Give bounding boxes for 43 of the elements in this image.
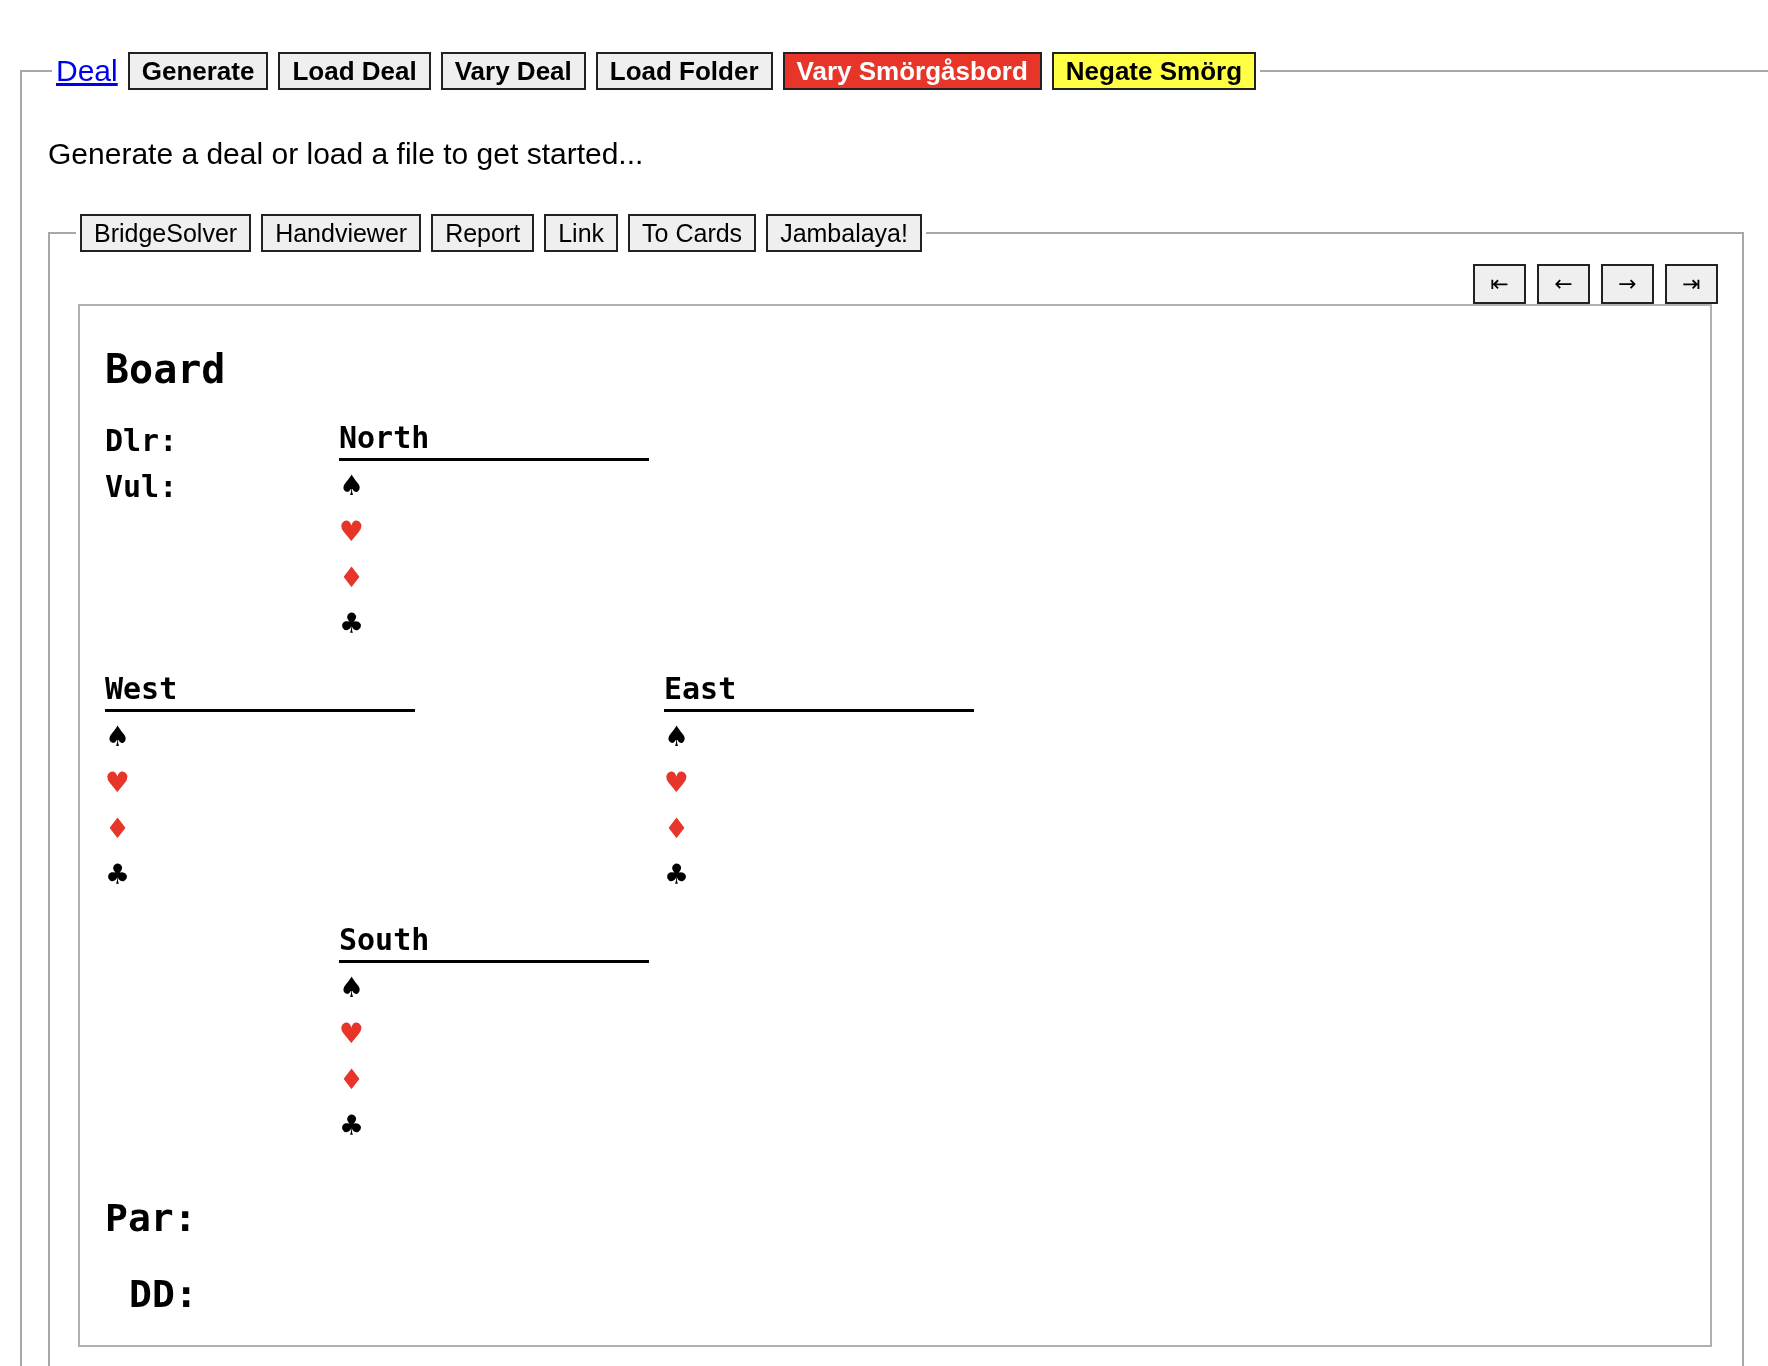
toolbar-button[interactable]: Load Folder (595, 51, 773, 90)
hand-heading: West (105, 669, 415, 712)
suit-symbol: ♦ (339, 564, 365, 592)
hand-heading: South (339, 920, 649, 963)
vulnerability-label: Vul: (105, 468, 178, 506)
suit-symbol: ♣ (339, 610, 365, 638)
suit-symbol: ♦ (664, 815, 690, 843)
navigation-button[interactable]: ⇥ (1665, 264, 1718, 304)
export-button[interactable]: BridgeSolver (80, 214, 252, 252)
navigation-button[interactable]: → (1601, 264, 1654, 304)
suit-symbol: ♣ (339, 1112, 365, 1140)
toolbar-button[interactable]: Vary Deal (440, 51, 586, 90)
suit-symbol: ♦ (105, 815, 131, 843)
suit-symbol: ♣ (105, 861, 131, 889)
toolbar-button[interactable]: Negate Smörg (1051, 51, 1257, 90)
suit-symbol: ♣ (664, 861, 690, 889)
suit-symbol: ♦ (339, 1066, 365, 1094)
toolbar-button[interactable]: Generate (127, 51, 269, 90)
toolbar-button[interactable]: Vary Smörgåsbord (782, 51, 1042, 90)
deal-link[interactable]: Deal (56, 48, 118, 93)
export-button[interactable]: Jambalaya! (766, 214, 922, 252)
suit-symbol: ♠ (339, 974, 365, 1002)
suit-symbol: ♥ (339, 518, 365, 546)
export-button[interactable]: Handviewer (261, 214, 422, 252)
status-message: Generate a deal or load a file to get started... (48, 136, 645, 172)
export-button[interactable]: Report (431, 214, 535, 252)
dealer-label: Dlr: (105, 422, 178, 460)
navigation-button[interactable]: ← (1537, 264, 1590, 304)
suit-symbol: ♠ (664, 723, 690, 751)
double-dummy-label: DD: (129, 1271, 198, 1318)
hand-heading: North (339, 418, 649, 461)
export-button[interactable]: Link (544, 214, 619, 252)
suit-symbol: ♥ (664, 769, 690, 797)
hand-heading: East (664, 669, 974, 712)
navigation-button[interactable]: ⇤ (1473, 264, 1526, 304)
suit-symbol: ♥ (339, 1020, 365, 1048)
export-button[interactable]: To Cards (628, 214, 757, 252)
suit-symbol: ♠ (339, 472, 365, 500)
toolbar-button[interactable]: Load Deal (278, 51, 431, 90)
par-label: Par: (105, 1195, 197, 1242)
suit-symbol: ♠ (105, 723, 131, 751)
board-title: Board (105, 345, 227, 394)
suit-symbol: ♥ (105, 769, 131, 797)
